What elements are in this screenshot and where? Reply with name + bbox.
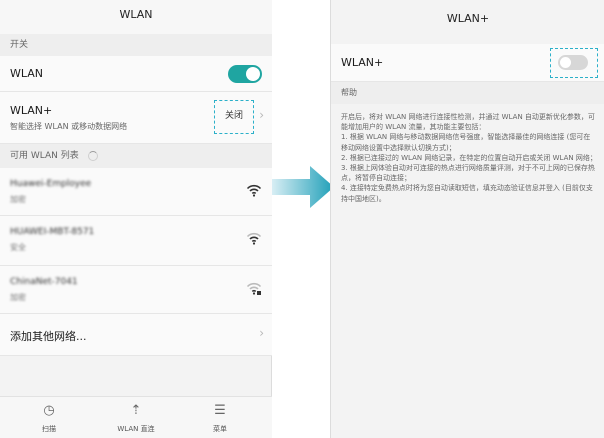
wlanplus-toggle-switch[interactable] xyxy=(558,55,588,70)
wlanplus-row[interactable]: WLAN+ 智能选择 WLAN 或移动数据网络 关闭 › xyxy=(0,92,272,144)
network-security: 安全 xyxy=(10,243,26,252)
page-title: WLAN+ xyxy=(446,12,490,25)
wifi-icon xyxy=(246,184,262,197)
menu-icon: ☰ xyxy=(214,403,226,418)
nav-menu-label: 菜单 xyxy=(213,425,227,433)
help-paragraph: 1. 根据 WLAN 网络与移动数据网络信号强度，智能选择最佳的网络连接 (您可… xyxy=(341,133,591,152)
wlanplus-label: WLAN+ xyxy=(341,56,384,69)
section-header-networks: 可用 WLAN 列表 xyxy=(0,144,272,168)
network-name: Huawei-Employee xyxy=(10,179,92,189)
help-paragraph: 3. 根据上网体验自动对可连接的热点进行网络质量评测，对于不可上网的已保存热点，… xyxy=(341,164,595,183)
toggle-knob xyxy=(560,57,571,68)
chevron-right-icon: › xyxy=(259,108,264,122)
loading-spinner-icon xyxy=(88,151,98,161)
wlan-toggle-row[interactable]: WLAN xyxy=(0,56,272,92)
nav-scan-label: 扫描 xyxy=(42,425,56,433)
help-paragraph: 开启后，将对 WLAN 网络进行连接性检测，并通过 WLAN 自动更新优化参数，… xyxy=(341,113,595,132)
section-header-switch: 开关 xyxy=(0,34,272,56)
wlanplus-status-value[interactable]: 关闭 xyxy=(214,100,254,134)
network-list-item[interactable]: Huawei-Employee 加密 xyxy=(0,168,272,216)
page-title: WLAN xyxy=(0,0,272,34)
comparison-stage: WLAN 开关 WLAN WLAN+ 智能选择 WLAN 或移动数据网络 关闭 … xyxy=(0,0,604,438)
nav-wlan-direct-label: WLAN 直连 xyxy=(117,425,155,433)
network-name: ChinaNet-7041 xyxy=(10,277,78,287)
wlanplus-label: WLAN+ xyxy=(10,104,53,117)
wlan-direct-icon: ⇡ xyxy=(130,403,142,418)
add-network-row[interactable]: 添加其他网络... › xyxy=(0,314,272,356)
help-section-header: 帮助 xyxy=(331,82,604,104)
network-name: HUAWEI-MBT-8571 xyxy=(10,227,95,237)
nav-scan-button[interactable]: ◷ 扫描 xyxy=(19,401,79,434)
highlight-box xyxy=(550,48,598,78)
wlanplus-subtitle: 智能选择 WLAN 或移动数据网络 xyxy=(10,122,128,131)
network-list-item[interactable]: ChinaNet-7041 加密 xyxy=(0,266,272,314)
networks-section-label: 可用 WLAN 列表 xyxy=(10,151,79,161)
help-text: 开启后，将对 WLAN 网络进行连接性检测，并通过 WLAN 自动更新优化参数，… xyxy=(341,112,597,204)
network-list-item[interactable]: HUAWEI-MBT-8571 安全 xyxy=(0,216,272,266)
toggle-knob xyxy=(246,67,260,81)
wlanplus-toggle-row[interactable]: WLAN+ xyxy=(331,44,604,82)
wlan-toggle-switch[interactable] xyxy=(228,65,262,83)
wifi-locked-icon xyxy=(246,282,262,295)
help-paragraph: 2. 根据已连接过的 WLAN 网络记录，在特定的位置自动开启或关闭 WLAN … xyxy=(341,153,597,162)
nav-wlan-direct-button[interactable]: ⇡ WLAN 直连 xyxy=(106,401,166,434)
scan-icon: ◷ xyxy=(43,403,55,418)
nav-menu-button[interactable]: ☰ 菜单 xyxy=(190,401,250,434)
wifi-icon xyxy=(246,232,262,245)
wlan-settings-screen: WLAN 开关 WLAN WLAN+ 智能选择 WLAN 或移动数据网络 关闭 … xyxy=(0,0,272,438)
network-security: 加密 xyxy=(10,195,26,204)
wlanplus-settings-screen: WLAN+ WLAN+ 帮助 开启后，将对 WLAN 网络进行连接性检测，并通过… xyxy=(330,0,604,438)
network-security: 加密 xyxy=(10,293,26,302)
wlan-label: WLAN xyxy=(10,67,44,80)
chevron-right-icon: › xyxy=(259,326,264,340)
right-arrow-icon xyxy=(272,166,334,208)
help-paragraph: 4. 连接特定免费热点时将为您自动读取短信，填充动态验证信息并登入 (目前仅支持… xyxy=(341,184,593,203)
bottom-nav-bar: ◷ 扫描 ⇡ WLAN 直连 ☰ 菜单 xyxy=(0,396,272,438)
add-network-label: 添加其他网络... xyxy=(10,330,87,343)
